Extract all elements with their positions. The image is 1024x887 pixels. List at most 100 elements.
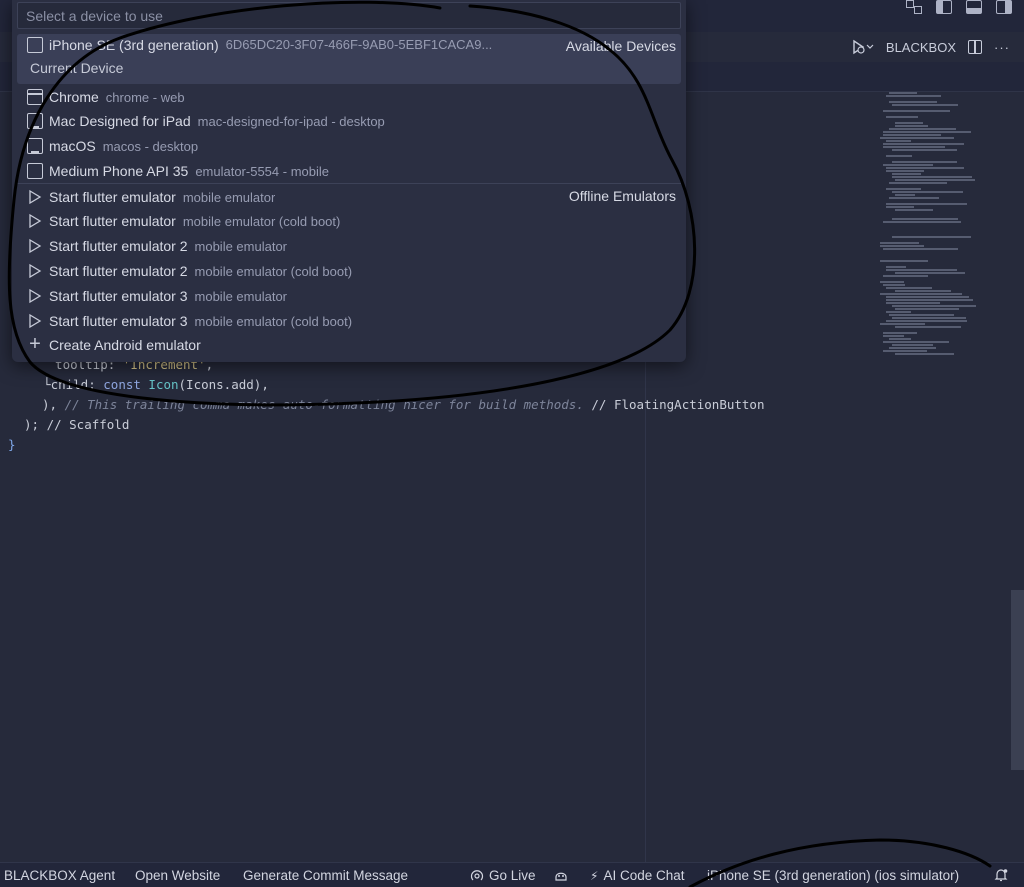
emulator-description: mobile emulator	[182, 189, 276, 205]
layout-controls	[906, 0, 1012, 18]
device-item[interactable]: Medium Phone API 35 emulator-5554 - mobi…	[17, 159, 681, 183]
copilot-icon[interactable]	[554, 868, 568, 882]
minimap-line	[895, 308, 959, 310]
minimap-line	[880, 281, 904, 283]
open-website-button[interactable]: Open Website	[135, 868, 220, 883]
split-editor-icon[interactable]	[968, 40, 982, 54]
phone-icon	[27, 37, 43, 53]
emulator-label: Start flutter emulator 2	[49, 263, 188, 279]
browser-icon	[27, 89, 43, 105]
play-icon	[27, 288, 43, 304]
minimap-line	[895, 125, 928, 127]
vscode-window: BLACKBOX ··· tooltip: 'Increment', └chil…	[0, 0, 1024, 887]
minimap-line	[883, 143, 964, 145]
phone-icon	[27, 163, 43, 179]
toggle-panel-icon[interactable]	[966, 0, 982, 14]
device-item[interactable]: Chrome chrome - web	[17, 85, 681, 109]
emulator-description: mobile emulator	[194, 288, 288, 304]
minimap-line	[889, 92, 917, 94]
scrollbar[interactable]	[1011, 590, 1024, 770]
minimap-line	[892, 173, 921, 175]
minimap-line	[883, 110, 950, 112]
toggle-secondary-sidebar-icon[interactable]	[996, 0, 1012, 14]
ai-code-chat-label: AI Code Chat	[603, 868, 685, 883]
emulator-item[interactable]: Start flutter emulator mobile emulator O…	[17, 185, 681, 209]
emulator-item[interactable]: Start flutter emulator 3 mobile emulator…	[17, 309, 681, 333]
minimap-line	[895, 353, 954, 355]
play-icon	[27, 263, 43, 279]
device-label: Medium Phone API 35	[49, 163, 189, 179]
device-description: macos - desktop	[102, 138, 199, 154]
status-bar: BLACKBOX Agent Open Website Generate Com…	[0, 862, 1024, 887]
code-line: }	[8, 437, 16, 452]
emulator-item[interactable]: Start flutter emulator 2 mobile emulator	[17, 234, 681, 258]
code-line: ); // Scaffold	[24, 417, 130, 432]
minimap-line	[892, 176, 972, 178]
play-icon	[27, 189, 43, 205]
minimap-line	[886, 299, 973, 301]
emulator-label: Start flutter emulator 3	[49, 313, 188, 329]
minimap-line	[886, 116, 918, 118]
minimap-line	[883, 275, 928, 277]
run-debug-icon[interactable]	[852, 39, 874, 55]
customize-layout-icon[interactable]	[906, 0, 922, 14]
minimap-line	[883, 335, 904, 337]
minimap-line	[886, 203, 967, 205]
monitor-icon	[27, 138, 43, 154]
minimap-line	[892, 305, 976, 307]
minimap-line	[883, 221, 961, 223]
minimap-line	[889, 347, 936, 349]
broadcast-icon	[470, 869, 484, 883]
emulator-description: mobile emulator	[194, 238, 288, 254]
device-selector-button[interactable]: iPhone SE (3rd generation) (ios simulato…	[707, 868, 959, 883]
minimap-line	[886, 206, 914, 208]
emulator-label: Start flutter emulator 3	[49, 288, 188, 304]
emulator-description: mobile emulator (cold boot)	[194, 263, 353, 279]
emulator-item[interactable]: Start flutter emulator mobile emulator (…	[17, 209, 681, 233]
minimap-line	[886, 140, 911, 142]
device-label: Chrome	[49, 89, 99, 105]
more-actions-icon[interactable]: ···	[994, 40, 1010, 55]
minimap-line	[886, 155, 912, 157]
minimap[interactable]	[880, 92, 980, 372]
emulator-item[interactable]: Start flutter emulator 3 mobile emulator	[17, 284, 681, 308]
minimap-line	[889, 101, 937, 103]
minimap-line	[895, 179, 975, 181]
minimap-line	[883, 146, 945, 148]
code-editor[interactable]: tooltip: 'Increment', └child: const Icon…	[0, 355, 764, 460]
minimap-line	[886, 320, 967, 322]
emulator-label: Start flutter emulator 2	[49, 238, 188, 254]
minimap-line	[883, 134, 941, 136]
generate-commit-button[interactable]: Generate Commit Message	[243, 868, 408, 883]
toggle-primary-sidebar-icon[interactable]	[936, 0, 952, 14]
group-separator	[17, 183, 681, 184]
play-icon	[27, 238, 43, 254]
go-live-label: Go Live	[489, 868, 536, 883]
code-line: ), // This trailing comma makes auto-for…	[42, 397, 765, 412]
create-emulator-label: Create Android emulator	[49, 337, 201, 353]
minimap-line	[895, 272, 965, 274]
blackbox-agent-button[interactable]: BLACKBOX Agent	[4, 868, 115, 883]
minimap-line	[886, 296, 969, 298]
emulator-label: Start flutter emulator	[49, 189, 176, 205]
minimap-line	[895, 122, 923, 124]
minimap-line	[883, 284, 905, 286]
device-item[interactable]: Mac Designed for iPad mac-designed-for-i…	[17, 109, 681, 133]
group-label-offline: Offline Emulators	[568, 188, 676, 204]
emulator-item[interactable]: Start flutter emulator 2 mobile emulator…	[17, 259, 681, 283]
code-line: └child: const Icon(Icons.add),	[28, 377, 269, 392]
minimap-line	[880, 260, 928, 262]
minimap-line	[880, 137, 954, 139]
editor-actions: BLACKBOX ···	[824, 32, 1024, 62]
device-search-input[interactable]: Select a device to use	[17, 2, 681, 29]
create-emulator-item[interactable]: + Create Android emulator	[17, 333, 681, 357]
device-description: chrome - web	[105, 89, 185, 105]
ai-code-chat-button[interactable]: ⚡ AI Code Chat	[590, 868, 684, 883]
monitor-icon	[27, 113, 43, 129]
device-item[interactable]: macOS macos - desktop	[17, 134, 681, 158]
device-item-current[interactable]: iPhone SE (3rd generation) 6D65DC20-3F07…	[17, 34, 681, 84]
emulator-label: Start flutter emulator	[49, 213, 176, 229]
go-live-button[interactable]: Go Live	[470, 868, 536, 883]
notifications-bell-icon[interactable]	[994, 868, 1008, 882]
blackbox-label[interactable]: BLACKBOX	[886, 40, 956, 55]
